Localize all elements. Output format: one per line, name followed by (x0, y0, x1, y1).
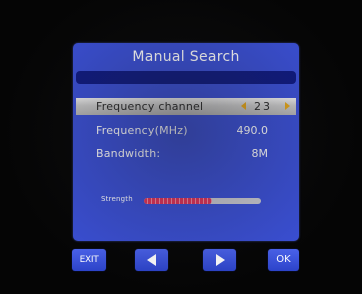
frequency-channel-row[interactable]: Frequency channel 23 (76, 98, 296, 115)
tv-screen: Manual Search Frequency channel 23 Frequ… (0, 0, 362, 294)
strength-label: Strength (101, 195, 133, 203)
frequency-mhz-row[interactable]: Frequency(MHz) 490.0 (76, 122, 296, 139)
right-button[interactable] (203, 249, 236, 271)
frequency-mhz-label: Frequency(MHz) (96, 124, 188, 137)
frequency-mhz-value: 490.0 (236, 124, 269, 137)
bandwidth-row[interactable]: Bandwidth: 8M (76, 145, 296, 162)
frequency-channel-value: 23 (254, 100, 272, 113)
channel-decrease-icon[interactable] (241, 102, 246, 110)
left-arrow-icon (146, 254, 156, 266)
bandwidth-value: 8M (251, 147, 269, 160)
strength-bar (144, 198, 261, 204)
manual-search-dialog: Manual Search Frequency channel 23 Frequ… (73, 43, 299, 241)
channel-increase-icon[interactable] (285, 102, 290, 110)
title-band (76, 71, 296, 84)
dialog-title: Manual Search (132, 49, 240, 65)
ok-button[interactable]: OK (268, 249, 299, 271)
exit-button[interactable]: EXIT (72, 249, 106, 271)
bandwidth-label: Bandwidth: (96, 147, 161, 160)
strength-bar-fill (144, 198, 212, 204)
frequency-channel-label: Frequency channel (96, 100, 204, 113)
left-button[interactable] (135, 249, 168, 271)
right-arrow-icon (215, 254, 225, 266)
